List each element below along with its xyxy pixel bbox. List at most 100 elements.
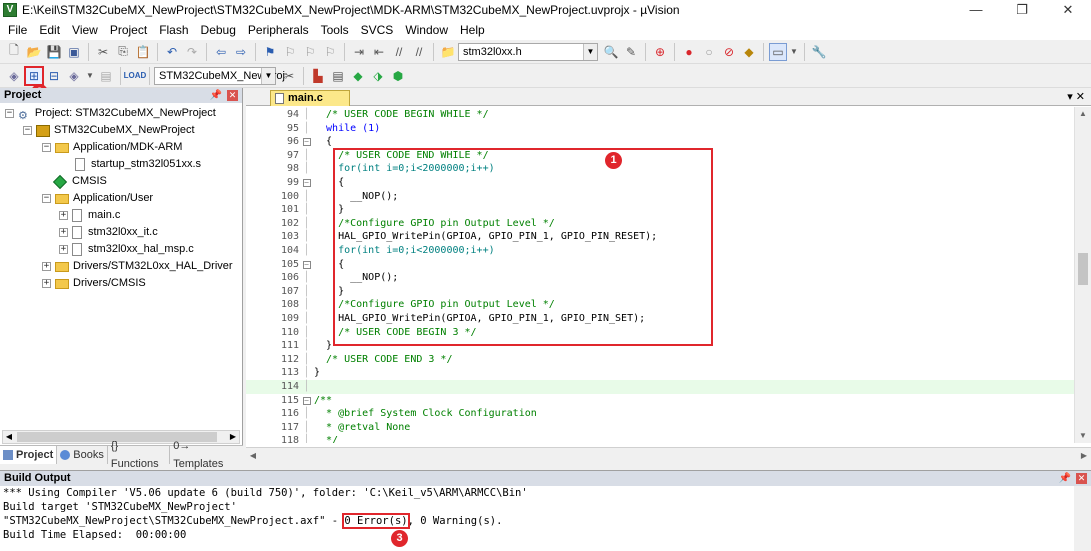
maximize-button[interactable]: ❐ [999,0,1045,20]
pin-icon[interactable]: 📌 [1059,471,1071,486]
tab-templates[interactable]: 0→ Templates [170,440,243,470]
tree-item-startup-file[interactable]: startup_stm32l051xx.s [75,156,201,173]
close-icon[interactable]: ✕ [1076,473,1087,484]
expand-icon[interactable]: + [59,228,68,237]
menu-window[interactable]: Window [399,20,454,40]
expand-icon[interactable]: + [42,279,51,288]
menu-svcs[interactable]: SVCS [355,20,400,40]
indent-icon[interactable]: ⇥ [350,43,368,61]
menu-file[interactable]: File [2,20,33,40]
code-line[interactable]: 116 │ * @brief System Clock Configuration [246,407,1074,421]
close-window-button[interactable]: ✕ [1045,0,1091,20]
code-line[interactable]: 117 │ * @retval None [246,421,1074,435]
breakpoint-kill-all-icon[interactable]: ◆ [740,43,758,61]
rebuild-icon[interactable]: ⊟ [45,67,63,85]
scroll-up-icon[interactable]: ▲ [1075,107,1091,121]
tab-functions[interactable]: {} Functions [108,440,171,470]
collapse-icon[interactable]: − [5,109,14,118]
menu-debug[interactable]: Debug [195,20,242,40]
pin-icon[interactable]: 📌 [210,88,222,103]
unindent-icon[interactable]: ⇤ [370,43,388,61]
open-file-icon[interactable]: 📂 [25,43,43,61]
bookmark-prev-icon[interactable]: ⚐ [281,43,299,61]
build-icon[interactable]: ⊞ [24,65,44,86]
menu-edit[interactable]: Edit [33,20,66,40]
code-line[interactable]: 94 │ /* USER CODE BEGIN WHILE */ [246,108,1074,122]
expand-icon[interactable]: + [59,245,68,254]
redo-icon[interactable]: ↷ [183,43,201,61]
incremental-find-icon[interactable]: ✎ [622,43,640,61]
tree-item-it-c[interactable]: + stm32l0xx_it.c [59,224,158,241]
tree-item-group-hal-driver[interactable]: + Drivers/STM32L0xx_HAL_Driver [42,258,233,275]
code-line[interactable]: 118 │ */ [246,434,1074,443]
breakpoint-insert-icon[interactable]: ● [680,43,698,61]
manage-multi-project-icon[interactable]: ▤ [329,67,347,85]
new-file-icon[interactable]: 🗋 [5,43,23,61]
menu-help[interactable]: Help [454,20,491,40]
menu-flash[interactable]: Flash [153,20,194,40]
fold-toggle-icon[interactable]: − [302,258,311,272]
chevron-down-icon[interactable]: ▼ [583,43,597,60]
download-load-icon[interactable]: LOAD [124,67,147,85]
chevron-down-icon[interactable]: ▼ [261,67,275,84]
collapse-icon[interactable]: − [23,126,32,135]
collapse-icon[interactable]: − [42,194,51,203]
scrollbar-thumb[interactable] [1078,253,1088,285]
manage-project-items-icon[interactable]: ▙ [309,67,327,85]
comment-icon[interactable]: // [390,43,408,61]
undo-icon[interactable]: ↶ [163,43,181,61]
scroll-left-icon[interactable]: ◀ [246,448,260,464]
code-line[interactable]: 114 │ [246,380,1074,394]
save-all-icon[interactable]: ▣ [65,43,83,61]
minimize-button[interactable]: — [953,0,999,20]
tab-books[interactable]: Books [57,446,108,464]
pack-installer-icon[interactable]: ⬢ [389,67,407,85]
window-layout-icon[interactable]: ▭ [769,42,787,61]
code-line[interactable]: 112 │ /* USER CODE END 3 */ [246,353,1074,367]
navigate-back-icon[interactable]: ⇦ [212,43,230,61]
tree-item-project-root[interactable]: − ⚙ Project: STM32CubeMX_NewProject [5,105,216,122]
menu-tools[interactable]: Tools [315,20,355,40]
expand-icon[interactable]: + [42,262,51,271]
tree-item-group-drivers-cmsis[interactable]: + Drivers/CMSIS [42,275,146,292]
code-line[interactable]: 115−/** [246,394,1074,408]
editor-vertical-scrollbar[interactable]: ▲ ▼ [1074,107,1091,443]
manage-rte-icon[interactable]: ◆ [349,67,367,85]
close-icon[interactable]: ✕ [227,90,238,101]
menu-project[interactable]: Project [104,20,153,40]
file-find-combo[interactable]: stm32l0xx.h ▼ [458,42,598,61]
scroll-left-icon[interactable]: ◀ [3,431,15,443]
configure-tools-icon[interactable]: 🔧 [810,43,828,61]
editor-horizontal-scrollbar[interactable]: ◀ ▶ [246,447,1091,464]
batch-build-icon[interactable]: ◈ [65,67,83,85]
tree-item-group-mdk-arm[interactable]: − Application/MDK-ARM [42,139,182,156]
find-icon[interactable]: 🔍 [602,43,620,61]
stop-build-icon[interactable]: ▤ [97,67,115,85]
breakpoint-enable-icon[interactable]: ○ [700,43,718,61]
bookmark-clear-icon[interactable]: ⚐ [321,43,339,61]
expand-icon[interactable]: + [59,211,68,220]
select-packs-icon[interactable]: ⬗ [369,67,387,85]
target-select-combo[interactable]: STM32CubeMX_NewProj ▼ [154,66,285,85]
tab-list-controls[interactable]: ▾ ✕ [1067,90,1085,103]
navigate-forward-icon[interactable]: ⇨ [232,43,250,61]
tree-item-group-application-user[interactable]: − Application/User [42,190,153,207]
tree-item-main-c[interactable]: + main.c [59,207,120,224]
build-output-scrollbar[interactable] [1074,486,1091,551]
bookmark-next-icon[interactable]: ⚐ [301,43,319,61]
tree-item-cmsis[interactable]: CMSIS [52,173,107,190]
breakpoint-disable-all-icon[interactable]: ⊘ [720,43,738,61]
collapse-icon[interactable]: − [302,396,311,405]
tab-project[interactable]: Project [0,446,58,464]
collapse-icon[interactable]: − [302,138,311,147]
bookmark-toggle-icon[interactable]: ⚑ [261,43,279,61]
fold-toggle-icon[interactable]: − [302,176,311,190]
save-icon[interactable]: 💾 [45,43,63,61]
menu-view[interactable]: View [66,20,104,40]
menu-peripherals[interactable]: Peripherals [242,20,315,40]
fold-toggle-icon[interactable]: − [302,394,311,408]
scroll-right-icon[interactable]: ▶ [1077,448,1091,464]
tree-item-hal-msp-c[interactable]: + stm32l0xx_hal_msp.c [59,241,194,258]
scroll-down-icon[interactable]: ▼ [1075,429,1091,443]
collapse-icon[interactable]: − [302,179,311,187]
